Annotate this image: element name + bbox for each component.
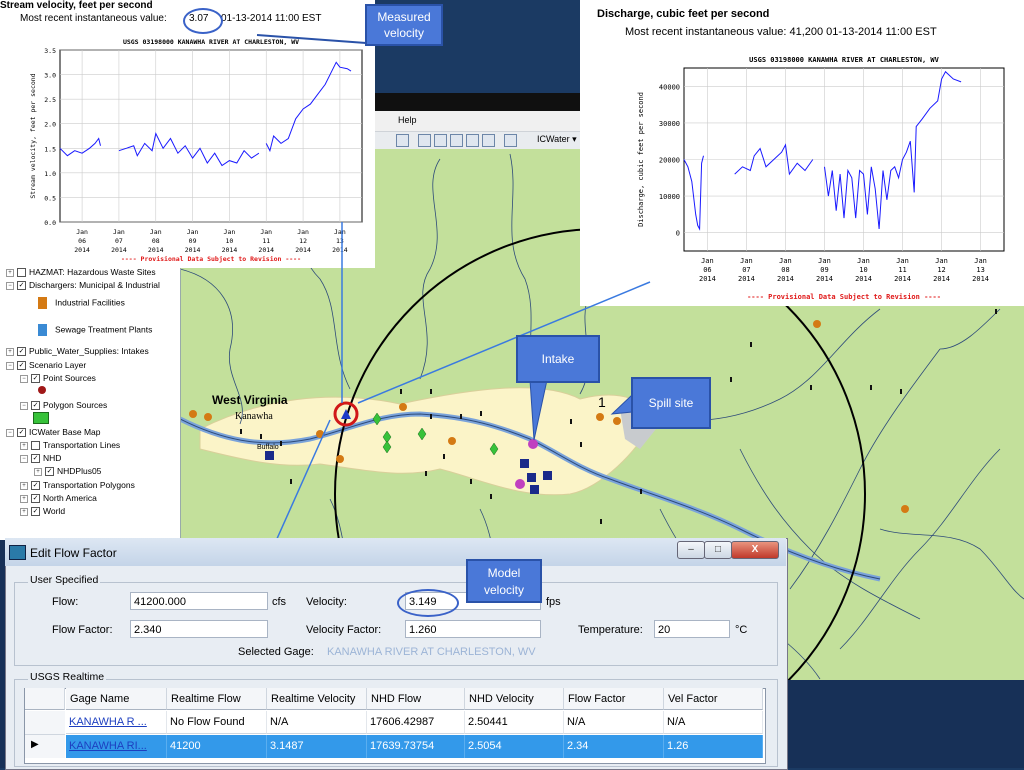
column-header[interactable]: Flow Factor — [564, 688, 664, 710]
column-header[interactable]: NHD Velocity — [465, 688, 564, 710]
callout-spill-site: Spill site — [631, 377, 711, 429]
table-cell-selected[interactable]: 1.26 — [664, 735, 763, 758]
flow-factor-label: Flow Factor: — [52, 624, 113, 636]
pointer-line — [256, 34, 367, 44]
column-header[interactable]: Realtime Velocity — [267, 688, 367, 710]
callout-model-velocity: Model velocity — [466, 559, 542, 603]
user-specified-label: User Specified — [28, 574, 101, 586]
velocity-factor-label: Velocity Factor: — [306, 624, 382, 636]
column-header[interactable]: NHD Flow — [367, 688, 465, 710]
usgs-realtime-label: USGS Realtime — [28, 671, 107, 683]
selected-gage-label: Selected Gage: — [238, 646, 314, 658]
column-header[interactable]: Gage Name — [66, 688, 167, 710]
temperature-unit: °C — [735, 624, 748, 636]
close-button[interactable]: X — [731, 541, 779, 559]
table-cell[interactable]: 17606.42987 — [367, 711, 465, 734]
table-cell[interactable]: N/A — [664, 711, 763, 734]
table-cell-selected[interactable]: KANAWHA RI... — [66, 735, 167, 758]
current-row-arrow-icon: ▶ — [31, 739, 39, 750]
temperature-label: Temperature: — [578, 624, 643, 636]
callout-tail — [529, 379, 548, 441]
temperature-field[interactable]: 20 — [654, 620, 730, 638]
maximize-button[interactable]: □ — [704, 541, 732, 559]
selected-gage-link[interactable]: KANAWHA RIVER AT CHARLESTON, WV — [327, 646, 536, 658]
dialog-title: Edit Flow Factor — [30, 546, 117, 560]
table-cell[interactable]: KANAWHA R ... — [66, 711, 167, 734]
dialog-titlebar[interactable] — [5, 538, 786, 566]
velocity-factor-field[interactable]: 1.260 — [405, 620, 541, 638]
flow-unit: cfs — [272, 596, 287, 608]
callout-measured-velocity: Measured velocity — [365, 4, 443, 46]
gage-link[interactable]: KANAWHA RI... — [69, 740, 147, 752]
column-header[interactable]: Realtime Flow — [167, 688, 267, 710]
model-velocity-highlight — [397, 589, 459, 617]
app-icon — [9, 545, 26, 560]
table-cell-selected[interactable]: 3.1487 — [267, 735, 367, 758]
table-cell[interactable]: N/A — [564, 711, 664, 734]
table-cell-selected[interactable]: 17639.73754 — [367, 735, 465, 758]
flow-label: Flow: — [52, 596, 79, 608]
gage-link[interactable]: KANAWHA R ... — [69, 716, 147, 728]
pointer-line — [357, 281, 651, 404]
row-header[interactable] — [25, 711, 65, 735]
flow-factor-field[interactable]: 2.340 — [130, 620, 268, 638]
column-header[interactable]: Vel Factor — [664, 688, 763, 710]
table-cell[interactable]: 2.50441 — [465, 711, 564, 734]
table-cell-selected[interactable]: 2.34 — [564, 735, 664, 758]
velocity-unit: fps — [546, 596, 561, 608]
velocity-label: Velocity: — [306, 596, 347, 608]
row-header-corner — [25, 688, 65, 710]
flow-field[interactable]: 41200.000 — [130, 592, 268, 610]
measured-value-highlight — [183, 8, 223, 34]
callout-intake: Intake — [516, 335, 600, 383]
table-cell[interactable]: No Flow Found — [167, 711, 267, 734]
table-cell[interactable]: N/A — [267, 711, 367, 734]
minimize-button[interactable]: – — [677, 541, 705, 559]
callout-tail — [610, 393, 633, 415]
table-cell-selected[interactable]: 2.5054 — [465, 735, 564, 758]
table-cell-selected[interactable]: 41200 — [167, 735, 267, 758]
